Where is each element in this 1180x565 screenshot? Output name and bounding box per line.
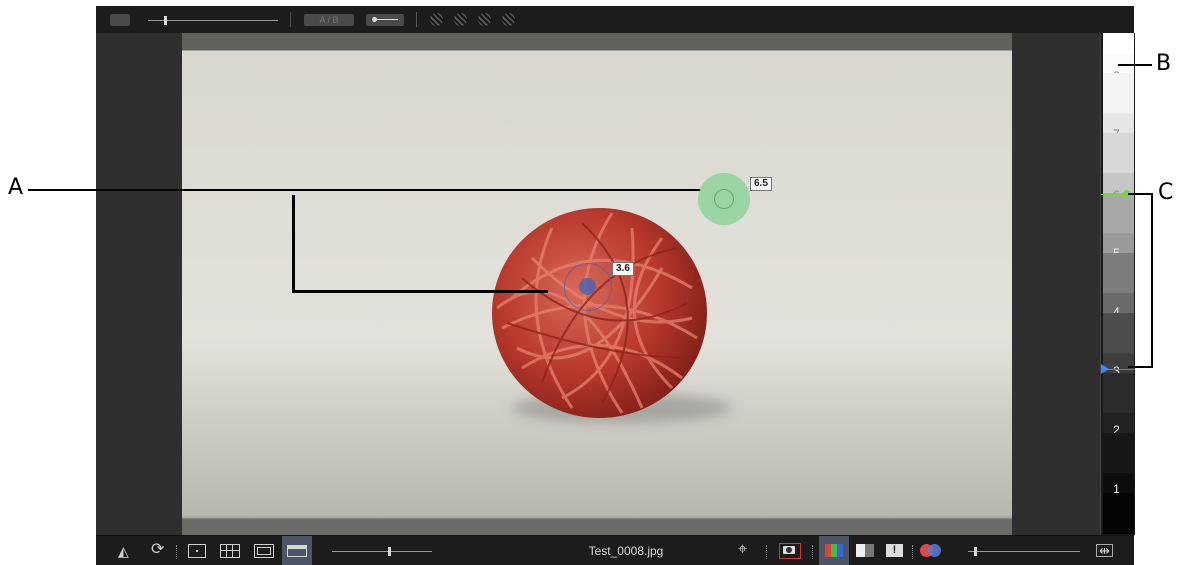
file-name: Test_0008.jpg [588, 544, 664, 558]
view-mode-button[interactable] [110, 14, 130, 26]
rgb-channels-button[interactable] [819, 536, 849, 565]
grid-icon[interactable] [220, 544, 240, 558]
toolbar-divider [176, 545, 178, 559]
red-wicker-ball [492, 208, 707, 418]
toolbar-divider [912, 545, 914, 559]
rotate-icon[interactable]: ⟳ [151, 542, 164, 558]
exposure-warning-icon[interactable]: ! [886, 544, 903, 557]
toolbar-divider [290, 12, 291, 27]
zone-band [1103, 493, 1134, 534]
toolbar-divider [812, 545, 814, 559]
zone-band [1103, 133, 1134, 174]
opacity-slider-track[interactable] [968, 551, 1080, 552]
zone-viewer-window: A / B 6.5 3.6 4 3 2 1 ◭ ⟳ Test_0008.jpg … [96, 6, 1135, 565]
zone-band [1103, 193, 1134, 234]
toolbar-divider [766, 545, 768, 559]
filmstrip-icon [287, 545, 307, 557]
zone-scale[interactable]: 8 7 6 5 4 3 2 1 [1100, 33, 1135, 535]
sample-point-high[interactable] [698, 173, 750, 225]
callout-a-line [28, 189, 700, 191]
top-slider-track[interactable] [148, 20, 278, 21]
zone-band [1103, 433, 1134, 474]
grayscale-icon[interactable] [856, 544, 874, 557]
top-toolbar: A / B [96, 6, 1134, 34]
callout-b-line [1118, 64, 1152, 66]
fit-width-icon[interactable]: ⇹ [1096, 544, 1113, 557]
zone-band [1103, 73, 1134, 114]
hatch-pattern-icon[interactable] [502, 13, 515, 26]
photo-canvas[interactable]: 6.5 3.6 [182, 33, 1012, 535]
split-toggle-button[interactable] [366, 14, 404, 26]
callout-c-line-vertical [1151, 193, 1153, 368]
zoom-slider-track[interactable] [332, 551, 432, 552]
crosshair-icon[interactable]: ⌖ [738, 542, 747, 558]
single-view-icon[interactable] [254, 544, 274, 558]
hatch-pattern-icon[interactable] [430, 13, 443, 26]
bottom-toolbar: ◭ ⟳ Test_0008.jpg ⌖ ! ⇹ [96, 535, 1134, 565]
rgb-channels-icon [825, 544, 843, 557]
callout-c-line-top [1128, 193, 1152, 195]
image-viewer[interactable]: 6.5 3.6 [96, 33, 1100, 535]
hatch-pattern-icon[interactable] [478, 13, 491, 26]
callout-c-line-bottom [1128, 366, 1153, 368]
zone-band [1103, 253, 1134, 294]
camera-icon[interactable] [779, 543, 801, 559]
color-overlap-icon[interactable] [920, 544, 942, 558]
sample-point-low[interactable] [564, 263, 612, 311]
opacity-slider-knob[interactable] [974, 547, 977, 556]
zoom-slider-knob[interactable] [388, 547, 391, 556]
focus-frame-icon[interactable] [188, 544, 206, 558]
top-slider-knob[interactable] [164, 16, 167, 25]
zone-band [1103, 373, 1134, 414]
hatch-pattern-icon[interactable] [454, 13, 467, 26]
callout-a-bracket-horizontal [292, 290, 548, 293]
filmstrip-button[interactable] [282, 536, 312, 565]
mirror-icon[interactable]: ◭ [118, 544, 129, 558]
callout-label-c: C [1158, 180, 1174, 205]
callout-label-b: B [1156, 51, 1172, 76]
sample-value-high: 6.5 [750, 177, 772, 191]
toolbar-divider [416, 12, 417, 27]
zone-band [1103, 313, 1134, 354]
callout-a-bracket-vertical [292, 195, 295, 293]
ab-compare-button[interactable]: A / B [304, 14, 354, 26]
zone-marker-low-arrow[interactable] [1101, 364, 1109, 374]
zone-band [1103, 33, 1134, 54]
callout-label-a: A [8, 175, 24, 200]
sample-value-low: 3.6 [612, 262, 634, 276]
